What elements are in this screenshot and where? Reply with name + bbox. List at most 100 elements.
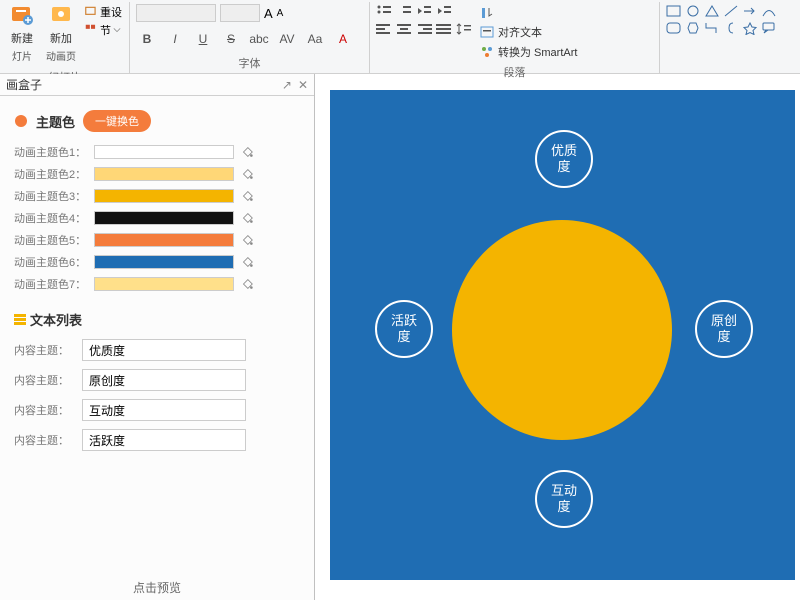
color-swatch[interactable] [94, 145, 234, 159]
shape-star-icon[interactable] [742, 21, 758, 35]
subscript-button[interactable]: abc [248, 29, 270, 49]
diagram-node[interactable]: 优质度 [535, 130, 593, 188]
font-color-button[interactable]: A [332, 29, 354, 49]
content-label: 内容主题： [14, 372, 74, 388]
content-label: 内容主题： [14, 402, 74, 418]
bold-button[interactable]: B [136, 29, 158, 49]
text-rows-container: 内容主题： 内容主题： 内容主题： 内容主题： [14, 339, 298, 451]
color-swatch[interactable] [94, 277, 234, 291]
color-rows-container: 动画主题色1： 动画主题色2： 动画主题色3： 动画主题色4： 动画主题色5： … [14, 144, 298, 292]
bucket-icon[interactable] [240, 255, 254, 269]
justify-icon[interactable] [436, 22, 452, 36]
shape-hex-icon[interactable] [685, 21, 701, 35]
bucket-icon[interactable] [240, 211, 254, 225]
section-icon [84, 23, 98, 37]
shape-curve-icon[interactable] [761, 4, 777, 18]
case-button[interactable]: Aa [304, 29, 326, 49]
align-left-icon[interactable] [376, 22, 392, 36]
strike-button[interactable]: S [220, 29, 242, 49]
color-row: 动画主题色2： [14, 166, 298, 182]
pane-close-button[interactable]: ✕ [298, 78, 308, 92]
content-input[interactable] [82, 369, 246, 391]
color-swatch[interactable] [94, 255, 234, 269]
shape-callout-icon[interactable] [761, 21, 777, 35]
task-pane: 画盒子 ↗ ✕ 主题色 一键换色 动画主题色1： 动画主题色2： 动画主题色3：… [0, 74, 315, 600]
color-label: 动画主题色4： [14, 210, 88, 226]
add-anim-sublabel: 动画页 [46, 48, 76, 63]
shape-brace-icon[interactable] [723, 21, 739, 35]
reset-icon [84, 5, 98, 19]
add-anim-button[interactable]: 新加 动画页 [42, 2, 80, 65]
change-color-button[interactable]: 一键换色 [83, 110, 151, 132]
content-input[interactable] [82, 339, 246, 361]
line-spacing-icon[interactable] [456, 22, 472, 36]
pane-popout-button[interactable]: ↗ [282, 78, 292, 92]
new-slide-button[interactable]: 新建 灯片 [6, 2, 38, 65]
bucket-icon[interactable] [240, 189, 254, 203]
content-input[interactable] [82, 399, 246, 421]
shapes-gallery[interactable] [666, 2, 786, 37]
color-row: 动画主题色4： [14, 210, 298, 226]
color-row: 动画主题色1： [14, 144, 298, 160]
indent-inc-icon[interactable] [436, 4, 452, 18]
group-label-para: 段落 [376, 64, 653, 80]
color-swatch[interactable] [94, 233, 234, 247]
shape-triangle-icon[interactable] [704, 4, 720, 18]
diagram-node[interactable]: 原创度 [695, 300, 753, 358]
align-text-icon [480, 25, 494, 39]
color-swatch[interactable] [94, 189, 234, 203]
italic-button[interactable]: I [164, 29, 186, 49]
ribbon: 新建 灯片 新加 动画页 重设 节 幻灯片 A A B I U S [0, 0, 800, 74]
align-center-icon[interactable] [396, 22, 412, 36]
font-family-select[interactable] [136, 4, 216, 22]
align-right-icon[interactable] [416, 22, 432, 36]
pane-title-text: 画盒子 [6, 76, 42, 93]
new-slide-label: 新建 [11, 30, 33, 46]
color-row: 动画主题色3： [14, 188, 298, 204]
slide-canvas[interactable]: 优质度活跃度 原创度互动度 [330, 90, 795, 580]
preview-link[interactable]: 点击预览 [0, 579, 314, 596]
shrink-font-button[interactable]: A [277, 8, 284, 19]
font-size-select[interactable] [220, 4, 260, 22]
shape-rect-icon[interactable] [666, 4, 682, 18]
bucket-icon[interactable] [240, 167, 254, 181]
color-swatch[interactable] [94, 167, 234, 181]
shape-connector-icon[interactable] [704, 21, 720, 35]
content-label: 内容主题： [14, 432, 74, 448]
underline-button[interactable]: U [192, 29, 214, 49]
text-row: 内容主题： [14, 369, 298, 391]
center-circle[interactable] [452, 220, 672, 440]
content-label: 内容主题： [14, 342, 74, 358]
diagram-node[interactable]: 互动度 [535, 470, 593, 528]
shape-arrow-icon[interactable] [742, 4, 758, 18]
color-label: 动画主题色7： [14, 276, 88, 292]
shape-line-icon[interactable] [723, 4, 739, 18]
diagram-node[interactable]: 活跃度 [375, 300, 433, 358]
bullets-icon[interactable] [376, 4, 392, 18]
grow-font-button[interactable]: A [264, 6, 273, 21]
bucket-icon[interactable] [240, 233, 254, 247]
add-anim-icon [49, 4, 73, 28]
bucket-icon[interactable] [240, 145, 254, 159]
convert-smartart-button[interactable]: 转换为 SmartArt [480, 44, 577, 60]
shape-roundrect-icon[interactable] [666, 21, 682, 35]
text-row: 内容主题： [14, 429, 298, 451]
content-input[interactable] [82, 429, 246, 451]
indent-dec-icon[interactable] [416, 4, 432, 18]
text-direction-button[interactable] [480, 6, 577, 20]
textlist-header: 文本列表 [14, 310, 298, 329]
new-slide-icon [10, 4, 34, 28]
spacing-button[interactable]: AV [276, 29, 298, 49]
color-label: 动画主题色2： [14, 166, 88, 182]
shape-circle-icon[interactable] [685, 4, 701, 18]
ribbon-group-para: 对齐文本 转换为 SmartArt 段落 [370, 2, 660, 73]
numbering-icon[interactable] [396, 4, 412, 18]
bucket-icon[interactable] [240, 277, 254, 291]
section-button[interactable]: 节 [84, 22, 122, 38]
color-swatch[interactable] [94, 211, 234, 225]
reset-button[interactable]: 重设 [84, 4, 122, 20]
text-row: 内容主题： [14, 399, 298, 421]
color-label: 动画主题色6： [14, 254, 88, 270]
color-label: 动画主题色1： [14, 144, 88, 160]
align-text-button[interactable]: 对齐文本 [480, 24, 577, 40]
